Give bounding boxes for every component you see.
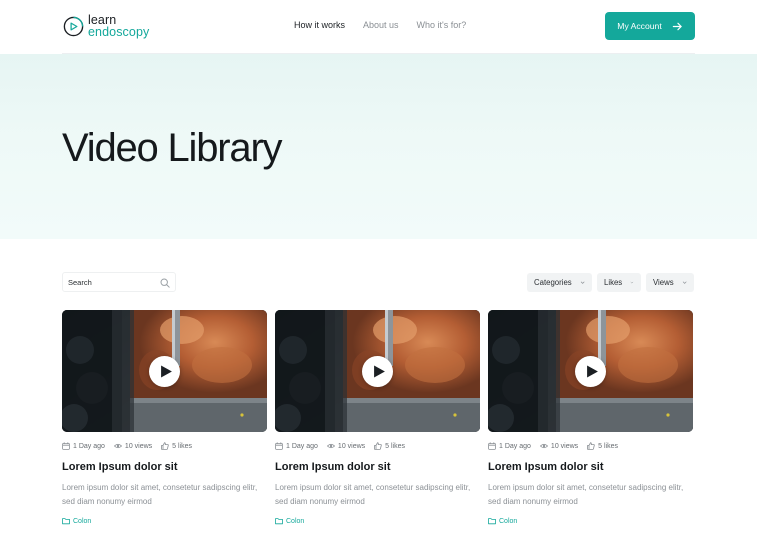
video-title[interactable]: Lorem Ipsum dolor sit [62, 461, 178, 473]
logo[interactable]: learn endoscopy [62, 13, 149, 39]
video-likes: 5 likes [598, 442, 618, 450]
video-thumbnail[interactable] [488, 310, 693, 432]
search-icon[interactable] [160, 278, 170, 288]
calendar-icon [62, 442, 70, 450]
page-title: Video Library [62, 126, 283, 170]
calendar-icon [275, 442, 283, 450]
logo-mark-icon [63, 16, 84, 36]
main-nav: How it works About us Who it's for? [294, 20, 484, 30]
video-views: 10 views [124, 442, 153, 450]
nav-who-its-for[interactable]: Who it's for? [417, 20, 467, 30]
filter-views-dropdown[interactable]: Views [646, 273, 694, 292]
filter-views-label: Views [653, 278, 674, 287]
video-category-link[interactable]: Colon [488, 517, 517, 525]
video-views: 10 views [550, 442, 579, 450]
video-description: Lorem ipsum dolor sit amet, consetetur s… [488, 483, 684, 506]
video-likes: 5 likes [385, 442, 405, 450]
play-icon [160, 365, 172, 378]
video-views: 10 views [337, 442, 366, 450]
header-divider [62, 53, 695, 54]
video-description: Lorem ipsum dolor sit amet, consetetur s… [275, 483, 471, 506]
video-date: 1 Day ago [499, 442, 531, 450]
video-date: 1 Day ago [73, 442, 105, 450]
logo-text-line2: endoscopy [88, 25, 150, 39]
video-thumbnail[interactable] [62, 310, 267, 432]
play-button[interactable] [575, 356, 606, 387]
chevron-down-icon [630, 281, 634, 284]
play-button[interactable] [362, 356, 393, 387]
my-account-label: My Account [617, 21, 662, 31]
nav-how-it-works[interactable]: How it works [294, 20, 345, 30]
eye-icon [113, 443, 122, 449]
filter-categories-dropdown[interactable]: Categories [527, 273, 592, 292]
folder-icon [488, 518, 496, 525]
video-thumbnail[interactable] [275, 310, 480, 432]
video-category: Colon [286, 517, 305, 525]
video-category-link[interactable]: Colon [62, 517, 91, 525]
video-category: Colon [73, 517, 92, 525]
eye-icon [326, 443, 335, 449]
chevron-down-icon [682, 281, 687, 284]
site-header: learn endoscopy How it works About us Wh… [0, 0, 757, 54]
play-icon [373, 365, 385, 378]
video-card[interactable]: 1 Day ago 10 views 5 likes Lorem Ipsum d… [488, 310, 693, 525]
video-card[interactable]: 1 Day ago 10 views 5 likes Lorem Ipsum d… [62, 310, 267, 525]
video-title[interactable]: Lorem Ipsum dolor sit [488, 461, 604, 473]
video-likes: 5 likes [172, 442, 192, 450]
video-category: Colon [499, 517, 518, 525]
filter-likes-label: Likes [604, 278, 623, 287]
video-meta: 1 Day ago 10 views 5 likes [488, 442, 627, 450]
nav-about-us[interactable]: About us [363, 20, 399, 30]
video-meta: 1 Day ago 10 views 5 likes [62, 442, 201, 450]
filter-bar: Categories Likes Views [527, 273, 694, 292]
folder-icon [275, 518, 283, 525]
filter-likes-dropdown[interactable]: Likes [597, 273, 641, 292]
play-icon [586, 365, 598, 378]
video-description: Lorem ipsum dolor sit amet, consetetur s… [62, 483, 258, 506]
arrow-right-icon [672, 22, 682, 30]
calendar-icon [488, 442, 496, 450]
search-box [62, 272, 176, 292]
chevron-down-icon [580, 281, 585, 284]
video-category-link[interactable]: Colon [275, 517, 304, 525]
filter-categories-label: Categories [534, 278, 572, 287]
video-title[interactable]: Lorem Ipsum dolor sit [275, 461, 391, 473]
hero-banner: Video Library [0, 54, 757, 239]
video-date: 1 Day ago [286, 442, 318, 450]
thumbs-up-icon [374, 442, 382, 450]
search-input[interactable] [68, 276, 158, 289]
thumbs-up-icon [587, 442, 595, 450]
video-meta: 1 Day ago 10 views 5 likes [275, 442, 414, 450]
eye-icon [539, 443, 548, 449]
play-button[interactable] [149, 356, 180, 387]
my-account-button[interactable]: My Account [605, 12, 695, 40]
thumbs-up-icon [161, 442, 169, 450]
video-card[interactable]: 1 Day ago 10 views 5 likes Lorem Ipsum d… [275, 310, 480, 525]
folder-icon [62, 518, 70, 525]
